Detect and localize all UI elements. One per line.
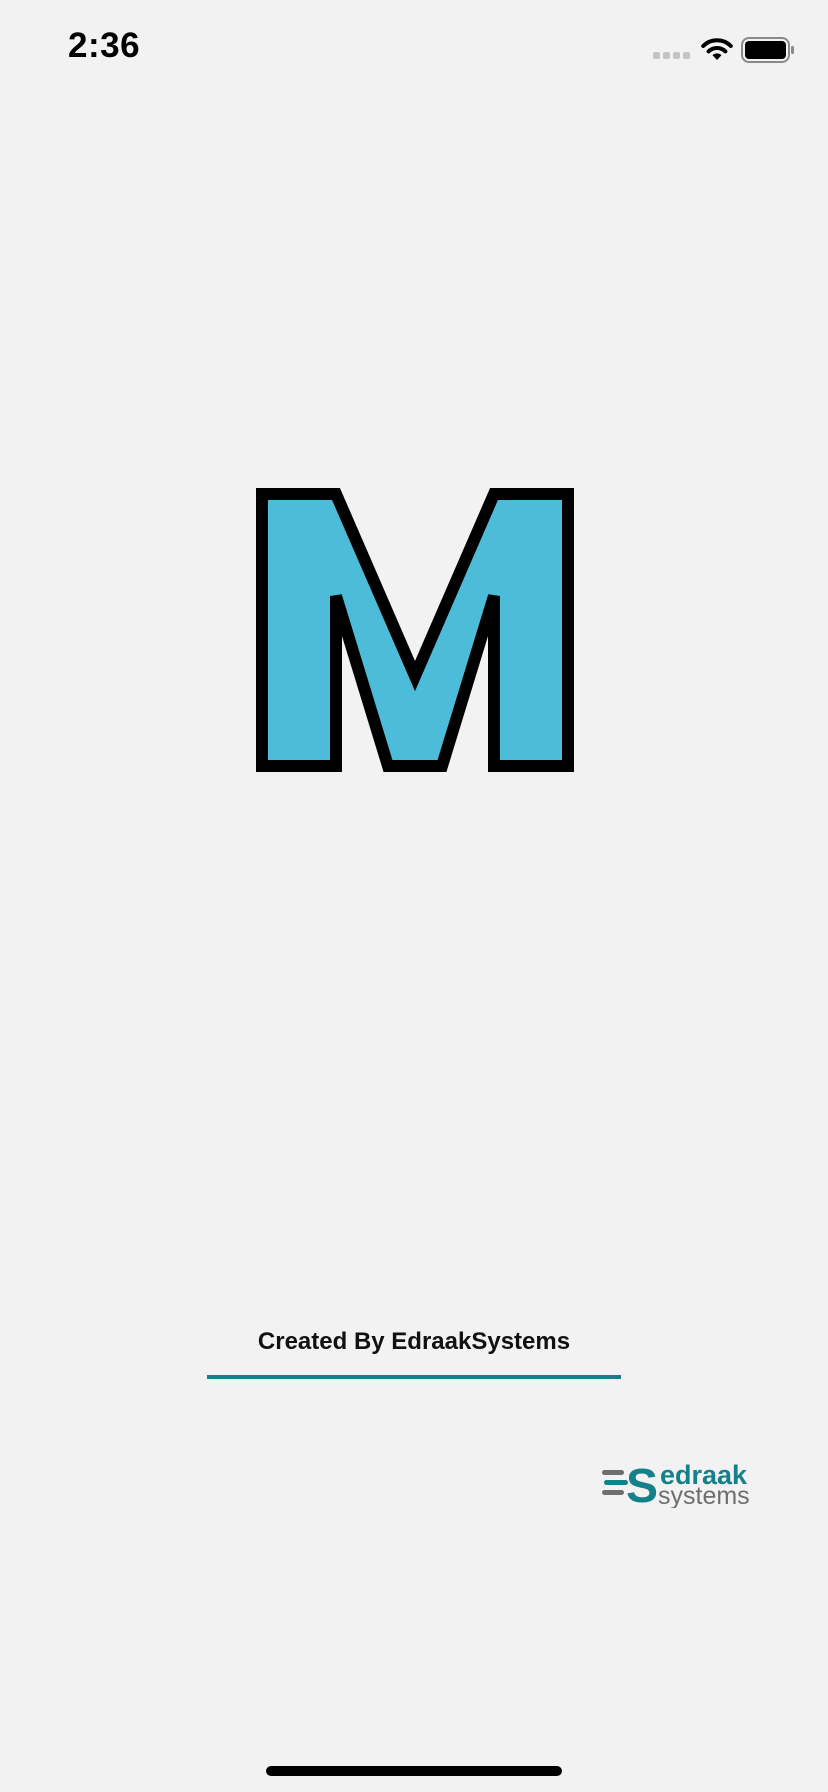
wifi-icon — [701, 38, 733, 60]
edraak-systems-logo: S edraak systems — [602, 1460, 750, 1508]
brand-line2: systems — [658, 1482, 750, 1508]
svg-text:S: S — [626, 1460, 658, 1508]
app-logo-m — [256, 488, 574, 772]
splash-screen: 2:36 Created By EdraakSystems S edraak s… — [0, 0, 828, 1792]
credit-text: Created By EdraakSystems — [257, 1328, 571, 1355]
battery-icon — [741, 37, 794, 63]
status-time: 2:36 — [68, 26, 141, 65]
credit-divider — [207, 1375, 621, 1379]
home-indicator[interactable] — [266, 1766, 562, 1776]
cellular-signal-icon — [653, 52, 690, 59]
